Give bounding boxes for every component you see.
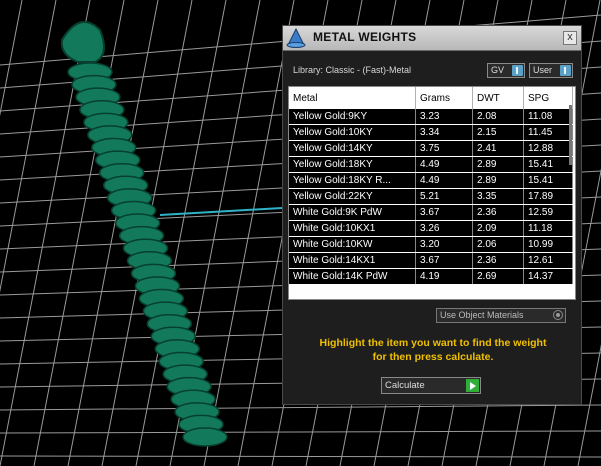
cell-metal: Yellow Gold:18KY (289, 156, 416, 173)
panel-titlebar[interactable]: METAL WEIGHTS x (283, 26, 581, 51)
column-header-dwt[interactable]: DWT (472, 87, 524, 109)
metal-weights-table[interactable]: Metal Grams DWT SPG Yellow Gold:9KY 3.23 2… (288, 86, 576, 300)
gem-cone-icon (286, 28, 306, 48)
column-header-grams[interactable]: Grams (415, 87, 473, 109)
grid-line (0, 404, 601, 411)
table-row[interactable]: Yellow Gold:18KY R... 4.49 2.89 15.41 (289, 172, 573, 189)
cell-grams: 3.26 (415, 220, 473, 237)
dropdown-arrow-icon (512, 65, 523, 76)
cell-dwt: 2.36 (472, 252, 524, 269)
cell-grams: 5.21 (415, 188, 473, 205)
cell-metal: White Gold:10KX1 (289, 220, 416, 237)
cell-grams: 3.20 (415, 236, 473, 253)
cell-dwt: 2.36 (472, 204, 524, 221)
cell-spg: 12.59 (523, 204, 573, 221)
cell-metal: Yellow Gold:14KY (289, 140, 416, 157)
axis-line (159, 207, 283, 216)
instructions-text: Highlight the item you want to find the … (293, 336, 573, 364)
table-row[interactable]: White Gold:14K PdW 4.19 2.69 14.37 (289, 268, 573, 285)
table-row[interactable]: Yellow Gold:22KY 5.21 3.35 17.89 (289, 188, 573, 205)
cell-grams: 4.19 (415, 268, 473, 285)
cell-grams: 3.34 (415, 124, 473, 141)
cell-dwt: 2.06 (472, 236, 524, 253)
table-row[interactable]: Yellow Gold:14KY 3.75 2.41 12.88 (289, 140, 573, 157)
user-dropdown[interactable]: User (529, 63, 573, 78)
cell-spg: 12.61 (523, 252, 573, 269)
cell-metal: Yellow Gold:9KY (289, 109, 416, 125)
cell-metal: White Gold:9K PdW (289, 204, 416, 221)
table-row[interactable]: White Gold:14KX1 3.67 2.36 12.61 (289, 252, 573, 269)
cell-metal: White Gold:14K PdW (289, 268, 416, 285)
panel-title: METAL WEIGHTS (313, 30, 417, 44)
grid-line (203, 0, 295, 466)
table-header-row: Metal Grams DWT SPG (289, 87, 573, 109)
user-dropdown-label: User (533, 65, 553, 75)
pendant-segment (182, 427, 228, 447)
column-header-spg[interactable]: SPG (523, 87, 573, 109)
cell-grams: 3.67 (415, 204, 473, 221)
cell-grams: 4.49 (415, 172, 473, 189)
gv-dropdown-label: GV (491, 65, 505, 75)
table-row[interactable]: Yellow Gold:18KY 4.49 2.89 15.41 (289, 156, 573, 173)
close-button[interactable]: x (563, 31, 577, 45)
cell-spg: 12.88 (523, 140, 573, 157)
library-label: Library: Classic - (Fast)-Metal (293, 65, 412, 75)
cell-dwt: 2.15 (472, 124, 524, 141)
instructions-line: Highlight the item you want to find the … (319, 337, 547, 349)
dropdown-arrow-icon (560, 65, 571, 76)
cell-metal: White Gold:14KX1 (289, 252, 416, 269)
cell-grams: 3.23 (415, 109, 473, 125)
cell-metal: Yellow Gold:10KY (289, 124, 416, 141)
metal-weights-panel: METAL WEIGHTS x Library: Classic - (Fast… (282, 25, 582, 405)
cell-metal: White Gold:10KW (289, 236, 416, 253)
cell-dwt: 2.89 (472, 156, 524, 173)
cell-dwt: 2.69 (472, 268, 524, 285)
pendant-bail (60, 21, 105, 63)
calculate-button[interactable]: Calculate (381, 377, 481, 394)
cell-dwt: 2.09 (472, 220, 524, 237)
table-row[interactable]: White Gold:10KW 3.20 2.06 10.99 (289, 236, 573, 253)
play-arrow-icon (466, 379, 479, 392)
cell-spg: 11.08 (523, 109, 573, 125)
table-row[interactable]: White Gold:10KX1 3.26 2.09 11.18 (289, 220, 573, 237)
cell-spg: 14.37 (523, 268, 573, 285)
grid-line (0, 430, 601, 434)
cell-metal: Yellow Gold:18KY R... (289, 172, 416, 189)
table-row[interactable]: Yellow Gold:10KY 3.34 2.15 11.45 (289, 124, 573, 141)
cell-dwt: 3.35 (472, 188, 524, 205)
cell-dwt: 2.41 (472, 140, 524, 157)
cell-spg: 11.45 (523, 124, 573, 141)
grid-line (0, 455, 601, 458)
cell-spg: 11.18 (523, 220, 573, 237)
cell-spg: 10.99 (523, 236, 573, 253)
column-header-metal[interactable]: Metal (289, 87, 416, 109)
cell-grams: 4.49 (415, 156, 473, 173)
table-row[interactable]: Yellow Gold:9KY 3.23 2.08 11.08 (289, 109, 573, 125)
cell-dwt: 2.08 (472, 109, 524, 125)
cell-spg: 15.41 (523, 172, 573, 189)
use-object-materials-label: Use Object Materials (440, 310, 524, 320)
cell-metal: Yellow Gold:22KY (289, 188, 416, 205)
gv-dropdown[interactable]: GV (487, 63, 525, 78)
vertical-scrollbar[interactable] (569, 105, 572, 165)
cell-spg: 17.89 (523, 188, 573, 205)
calculate-label: Calculate (385, 380, 425, 391)
use-object-materials-dropdown[interactable]: Use Object Materials (436, 308, 566, 323)
table-row[interactable]: White Gold:9K PdW 3.67 2.36 12.59 (289, 204, 573, 221)
cell-grams: 3.67 (415, 252, 473, 269)
cell-spg: 15.41 (523, 156, 573, 173)
cell-dwt: 2.89 (472, 172, 524, 189)
radio-knob-icon (553, 310, 563, 320)
cell-grams: 3.75 (415, 140, 473, 157)
pendant-model (60, 21, 228, 447)
instructions-line: for then press calculate. (372, 351, 494, 363)
